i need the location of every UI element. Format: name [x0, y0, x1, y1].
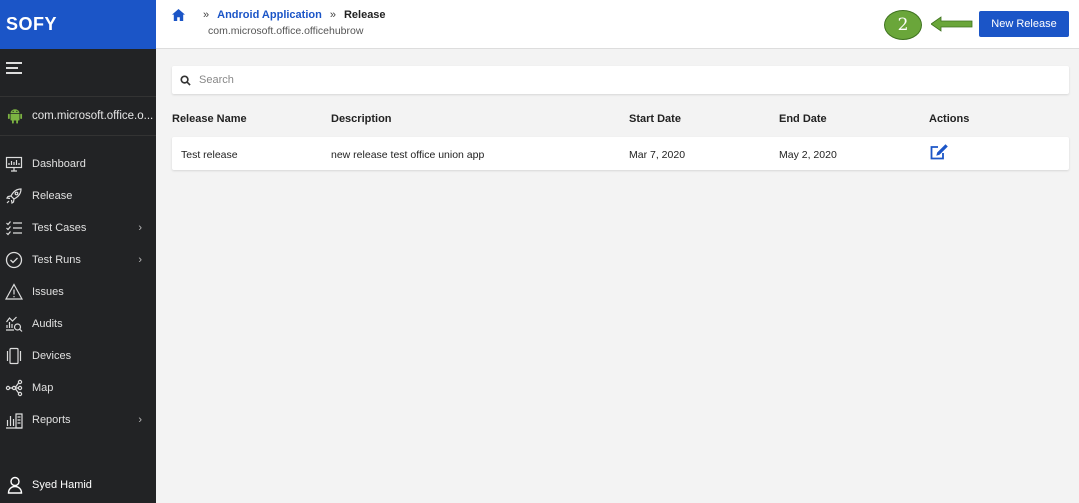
- column-header-end-date[interactable]: End Date: [779, 113, 827, 125]
- user-profile[interactable]: Syed Hamid: [0, 470, 156, 500]
- breadcrumb-release: Release: [343, 9, 386, 21]
- sidebar-item-test-runs[interactable]: Test Runs ›: [0, 244, 156, 276]
- user-name: Syed Hamid: [32, 479, 92, 491]
- table-row[interactable]: Test release new release test office uni…: [172, 137, 1069, 170]
- android-icon: [7, 109, 23, 124]
- map-icon: [5, 379, 23, 397]
- arrow-left-icon: [931, 16, 973, 32]
- sidebar-item-label: Map: [32, 382, 54, 394]
- sidebar-item-label: Test Runs: [32, 254, 81, 266]
- sidebar-item-map[interactable]: Map: [0, 372, 156, 404]
- chevron-right-icon: ›: [138, 222, 142, 234]
- sidebar-item-label: Issues: [32, 286, 64, 298]
- breadcrumb-separator: »: [329, 9, 336, 21]
- sidebar-item-label: Devices: [32, 350, 72, 362]
- chevron-right-icon: ›: [138, 414, 142, 426]
- sidebar-item-label: Audits: [32, 318, 63, 330]
- description-cell: new release test office union app: [331, 149, 485, 161]
- home-icon[interactable]: [172, 9, 185, 21]
- checklist-icon: [5, 219, 23, 237]
- dashboard-icon: [5, 155, 23, 173]
- top-header: » Android Application » Release com.micr…: [156, 0, 1079, 49]
- end-date-cell: May 2, 2020: [779, 149, 837, 161]
- sidebar-item-audits[interactable]: Audits: [0, 308, 156, 340]
- sidebar-item-label: Dashboard: [32, 158, 86, 170]
- sidebar-item-issues[interactable]: Issues: [0, 276, 156, 308]
- reports-icon: [5, 411, 23, 429]
- check-circle-icon: [5, 251, 23, 269]
- sidebar-item-dashboard[interactable]: Dashboard: [0, 148, 156, 180]
- breadcrumb-separator: »: [203, 9, 210, 21]
- audit-icon: [5, 315, 23, 333]
- rocket-icon: [5, 187, 23, 205]
- app-name: com.microsoft.office.o...: [32, 110, 154, 122]
- sidebar-nav: Dashboard Release Test Cases › Test Runs…: [0, 148, 156, 436]
- sidebar-item-reports[interactable]: Reports ›: [0, 404, 156, 436]
- sidebar-item-test-cases[interactable]: Test Cases ›: [0, 212, 156, 244]
- column-header-start-date[interactable]: Start Date: [629, 113, 681, 125]
- sidebar-item-label: Reports: [32, 414, 71, 426]
- breadcrumb: » Android Application » Release: [172, 9, 386, 21]
- devices-icon: [5, 347, 23, 365]
- sidebar-item-label: Release: [32, 190, 73, 202]
- start-date-cell: Mar 7, 2020: [629, 149, 686, 161]
- release-name-cell: Test release: [181, 149, 238, 161]
- app-selector[interactable]: com.microsoft.office.o...: [0, 96, 156, 136]
- breadcrumb-android-application[interactable]: Android Application: [217, 9, 322, 21]
- warning-icon: [5, 283, 23, 301]
- chevron-right-icon: ›: [138, 254, 142, 266]
- hamburger-menu-icon[interactable]: [6, 62, 22, 74]
- sidebar-item-release[interactable]: Release: [0, 180, 156, 212]
- column-header-actions: Actions: [929, 113, 970, 125]
- search-bar: [172, 66, 1069, 94]
- column-header-release-name[interactable]: Release Name: [172, 113, 247, 125]
- search-input[interactable]: [199, 74, 1059, 86]
- column-header-description[interactable]: Description: [331, 113, 392, 125]
- step-number-badge: 2: [884, 10, 922, 40]
- user-icon: [7, 476, 23, 494]
- edit-icon[interactable]: [929, 143, 949, 161]
- sidebar-item-label: Test Cases: [32, 222, 87, 234]
- search-icon: [180, 74, 191, 86]
- package-name-subtitle: com.microsoft.office.officehubrow: [208, 25, 364, 37]
- sidebar-item-devices[interactable]: Devices: [0, 340, 156, 372]
- new-release-button[interactable]: New Release: [979, 11, 1069, 37]
- sidebar: SOFY com.microsoft.office.o... Dashboard: [0, 0, 156, 503]
- brand-logo[interactable]: SOFY: [0, 0, 156, 49]
